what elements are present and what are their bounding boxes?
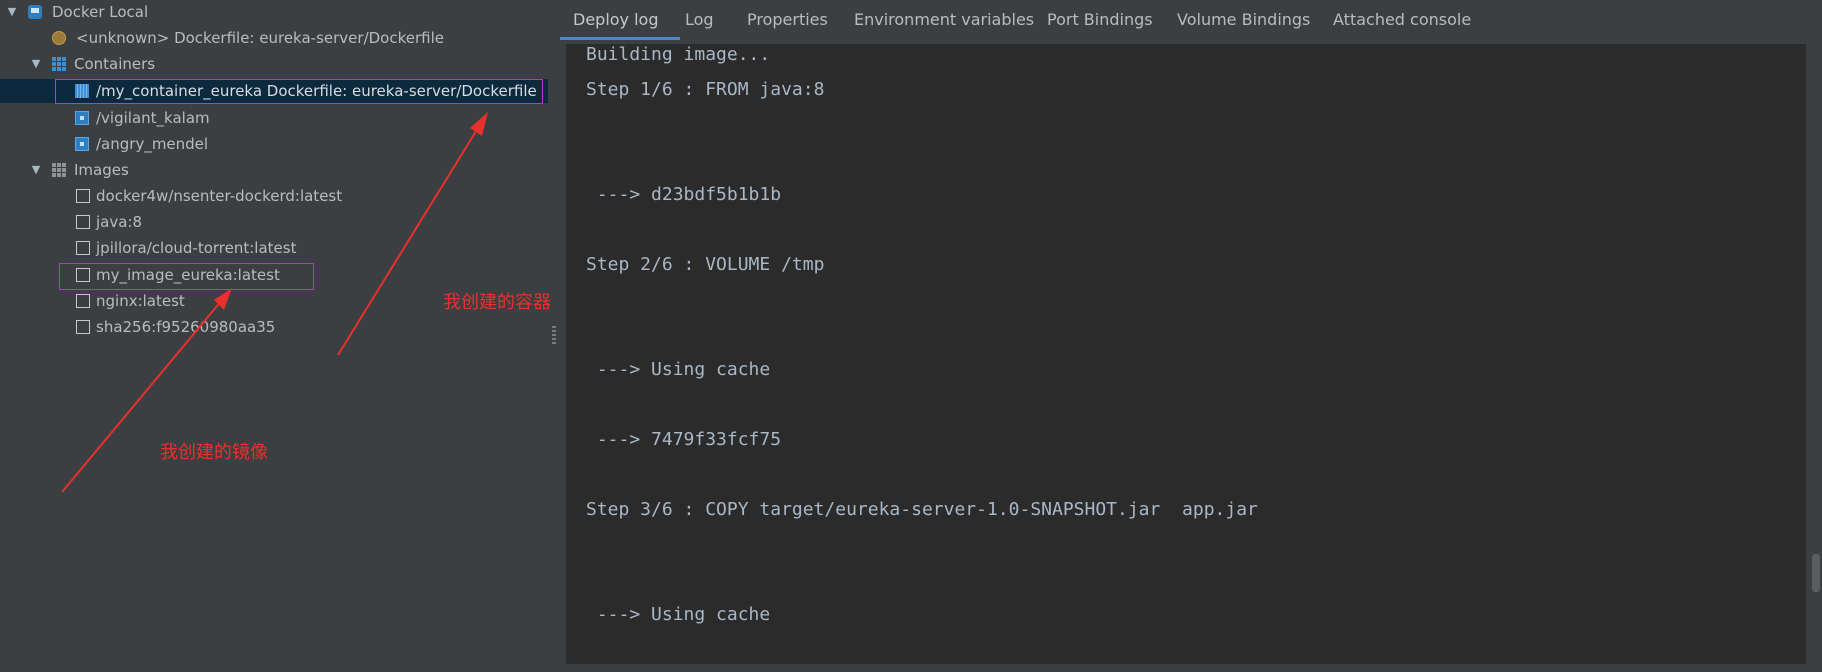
tree-group-containers[interactable]: ▼ Containers xyxy=(0,52,560,76)
image-icon xyxy=(76,241,90,255)
tree-item-label: <unknown> Dockerfile: eureka-server/Dock… xyxy=(76,29,444,47)
tree-item-label: jpillora/cloud-torrent:latest xyxy=(96,239,297,257)
console-line: ---> Using cache xyxy=(586,359,771,380)
tree-item-label: my_image_eureka:latest xyxy=(96,266,280,284)
tree-item-image[interactable]: docker4w/nsenter-dockerd:latest xyxy=(0,184,560,208)
images-label: Images xyxy=(74,161,129,179)
containers-label: Containers xyxy=(74,55,156,73)
unknown-container-icon xyxy=(52,31,66,45)
tree-item-label: /angry_mendel xyxy=(96,135,209,153)
console-line: Step 1/6 : FROM java:8 xyxy=(586,79,825,100)
console-line: ---> d23bdf5b1b1b xyxy=(586,184,782,205)
tab-environment-variables[interactable]: Environment variables xyxy=(854,0,1034,40)
tab-attached-console[interactable]: Attached console xyxy=(1333,0,1471,40)
image-annotation-label: 我创建的镜像 xyxy=(160,442,268,463)
docker-tree-panel: ▼ Docker Local <unknown> Dockerfile: eur… xyxy=(0,0,560,672)
images-grid-icon xyxy=(52,163,66,177)
docker-icon xyxy=(28,5,42,19)
tab-port-bindings[interactable]: Port Bindings xyxy=(1047,0,1153,40)
tree-root-docker-local[interactable]: ▼ Docker Local xyxy=(0,0,560,24)
image-icon xyxy=(76,268,90,282)
image-icon xyxy=(76,320,90,334)
tab-bar: Deploy log Log Properties Environment va… xyxy=(560,0,1822,40)
containers-grid-icon xyxy=(52,57,66,71)
image-icon xyxy=(76,189,90,203)
tab-volume-bindings[interactable]: Volume Bindings xyxy=(1177,0,1310,40)
console-line: ---> Using cache xyxy=(586,604,771,625)
tab-log[interactable]: Log xyxy=(685,0,714,40)
tree-item-label: docker4w/nsenter-dockerd:latest xyxy=(96,187,343,205)
tree-item-label: /vigilant_kalam xyxy=(96,109,210,127)
tree-item-image[interactable]: sha256:f95260980aa35 xyxy=(0,315,560,339)
console-line: ---> 7479f33fcf75 xyxy=(586,429,782,450)
console-line: Step 2/6 : VOLUME /tmp xyxy=(586,254,825,275)
splitter-handle[interactable] xyxy=(552,326,556,344)
tab-properties[interactable]: Properties xyxy=(747,0,828,40)
tree-item-unknown[interactable]: <unknown> Dockerfile: eureka-server/Dock… xyxy=(0,26,560,50)
tab-deploy-log[interactable]: Deploy log xyxy=(573,0,659,40)
scrollbar-thumb[interactable] xyxy=(1812,554,1820,592)
tree-item-label: /my_container_eureka Dockerfile: eureka-… xyxy=(96,82,537,100)
tree-item-label: sha256:f95260980aa35 xyxy=(96,318,276,336)
tree-item-container-selected[interactable]: /my_container_eureka Dockerfile: eureka-… xyxy=(0,79,548,103)
tree-item-label: nginx:latest xyxy=(96,292,185,310)
tree-root-label: Docker Local xyxy=(52,3,149,21)
container-icon xyxy=(75,111,89,125)
tree-item-container[interactable]: /vigilant_kalam xyxy=(0,106,560,130)
active-tab-indicator xyxy=(560,37,680,40)
tree-group-images[interactable]: ▼ Images xyxy=(0,158,560,182)
collapse-arrow-icon[interactable]: ▼ xyxy=(28,158,44,182)
container-icon xyxy=(75,137,89,151)
collapse-arrow-icon[interactable]: ▼ xyxy=(28,52,44,76)
tree-item-container[interactable]: /angry_mendel xyxy=(0,132,560,156)
image-icon xyxy=(76,294,90,308)
console-scrollbar[interactable] xyxy=(1810,44,1822,664)
console-line: Step 3/6 : COPY target/eureka-server-1.0… xyxy=(586,499,1258,520)
tree-item-label: java:8 xyxy=(96,213,143,231)
tree-item-image[interactable]: java:8 xyxy=(0,210,560,234)
image-icon xyxy=(76,215,90,229)
tree-item-image[interactable]: my_image_eureka:latest xyxy=(0,263,560,287)
deploy-log-console[interactable]: Building image... Step 1/6 : FROM java:8… xyxy=(566,44,1806,664)
container-annotation-label: 我创建的容器 xyxy=(443,292,551,313)
running-container-icon xyxy=(75,84,89,98)
tree-item-image[interactable]: jpillora/cloud-torrent:latest xyxy=(0,236,560,260)
console-line: Building image... xyxy=(586,44,771,65)
collapse-arrow-icon[interactable]: ▼ xyxy=(4,0,20,24)
